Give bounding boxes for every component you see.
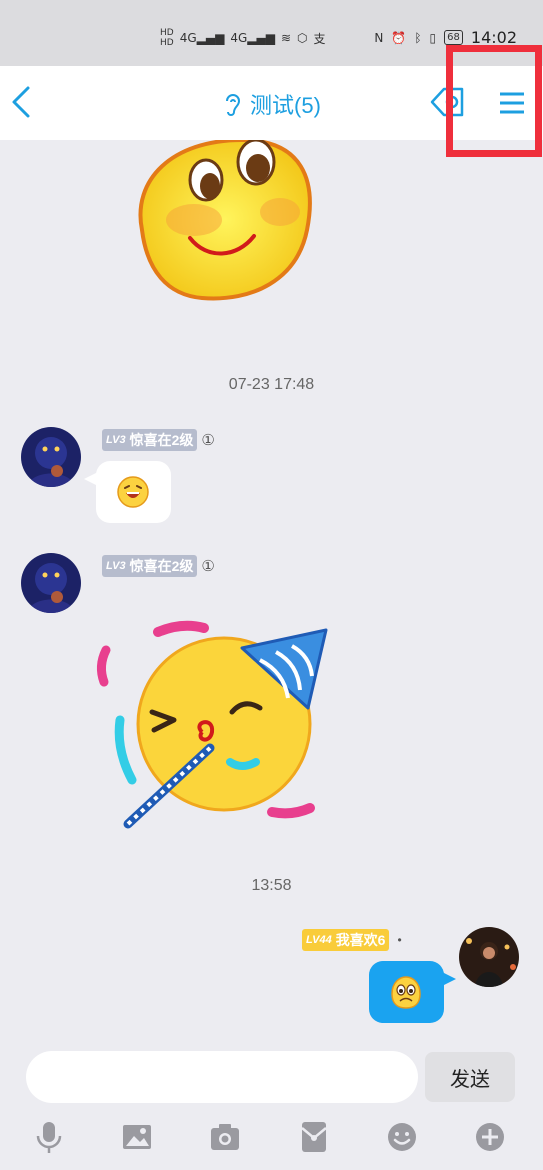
battery-icon: 68 bbox=[444, 30, 463, 45]
nfc-icon: N bbox=[374, 30, 384, 45]
level-badge: LV3 惊喜在2级 bbox=[102, 429, 198, 451]
level-badge: LV3 惊喜在2级 bbox=[102, 555, 198, 577]
camera-icon[interactable] bbox=[209, 1120, 241, 1154]
message-bubble[interactable] bbox=[369, 961, 456, 1023]
plus-icon[interactable] bbox=[474, 1120, 506, 1154]
send-button[interactable]: 发送 bbox=[425, 1052, 515, 1102]
hd-icon: HD HD bbox=[160, 28, 174, 48]
microphone-icon[interactable] bbox=[33, 1120, 65, 1154]
laugh-emoji-icon bbox=[117, 476, 149, 508]
signal-4g-icon: 4G▂▄▆ bbox=[179, 31, 225, 45]
image-icon[interactable] bbox=[121, 1120, 153, 1154]
timestamp: 07-23 17:48 bbox=[228, 376, 315, 393]
alarm-icon: ⏰ bbox=[391, 30, 407, 45]
avatar[interactable] bbox=[459, 927, 519, 987]
info-icon[interactable]: ① bbox=[201, 431, 214, 449]
timestamp: 13:58 bbox=[251, 877, 292, 894]
level-badge: LV44 我喜欢6 bbox=[302, 929, 390, 951]
status-dot: • bbox=[397, 933, 402, 947]
chat-title-text: 测试(5) bbox=[250, 93, 321, 118]
input-toolbar bbox=[0, 1120, 543, 1160]
wifi-icon: ≋ bbox=[280, 31, 292, 45]
avatar[interactable] bbox=[21, 427, 81, 487]
avatar[interactable] bbox=[21, 553, 81, 613]
status-left-icons: HD HD 4G▂▄▆ 4G▂▄▆ ≋ ⬡ 支 bbox=[160, 28, 326, 48]
message-input[interactable] bbox=[26, 1051, 418, 1103]
vibrate-icon: ▯ bbox=[429, 30, 437, 45]
message-bubble[interactable] bbox=[84, 461, 171, 523]
emoji-icon[interactable] bbox=[386, 1120, 418, 1154]
smile-sticker bbox=[138, 140, 312, 301]
ear-icon bbox=[226, 94, 241, 116]
bluetooth-icon: ᛒ bbox=[414, 30, 422, 45]
sender-info: LV44 我喜欢6 • bbox=[302, 929, 402, 951]
sender-name: 我喜欢6 bbox=[335, 932, 386, 948]
scared-emoji-icon bbox=[391, 976, 421, 1009]
sender-info: LV3 惊喜在2级 ① bbox=[102, 429, 215, 451]
hotspot-icon: ⬡ bbox=[297, 31, 308, 45]
signal-4g-icon-2: 4G▂▄▆ bbox=[230, 31, 275, 45]
sender-info: LV3 惊喜在2级 ① bbox=[102, 555, 215, 577]
sender-name: 惊喜在2级 bbox=[129, 558, 194, 574]
alipay-icon: 支 bbox=[313, 31, 326, 46]
chat-title[interactable]: 测试(5) bbox=[222, 88, 321, 120]
info-icon[interactable]: ① bbox=[201, 557, 214, 575]
highlight-annotation-box bbox=[446, 45, 542, 157]
party-sticker[interactable] bbox=[92, 620, 332, 840]
sender-name: 惊喜在2级 bbox=[129, 432, 194, 448]
red-packet-icon[interactable] bbox=[298, 1120, 330, 1154]
